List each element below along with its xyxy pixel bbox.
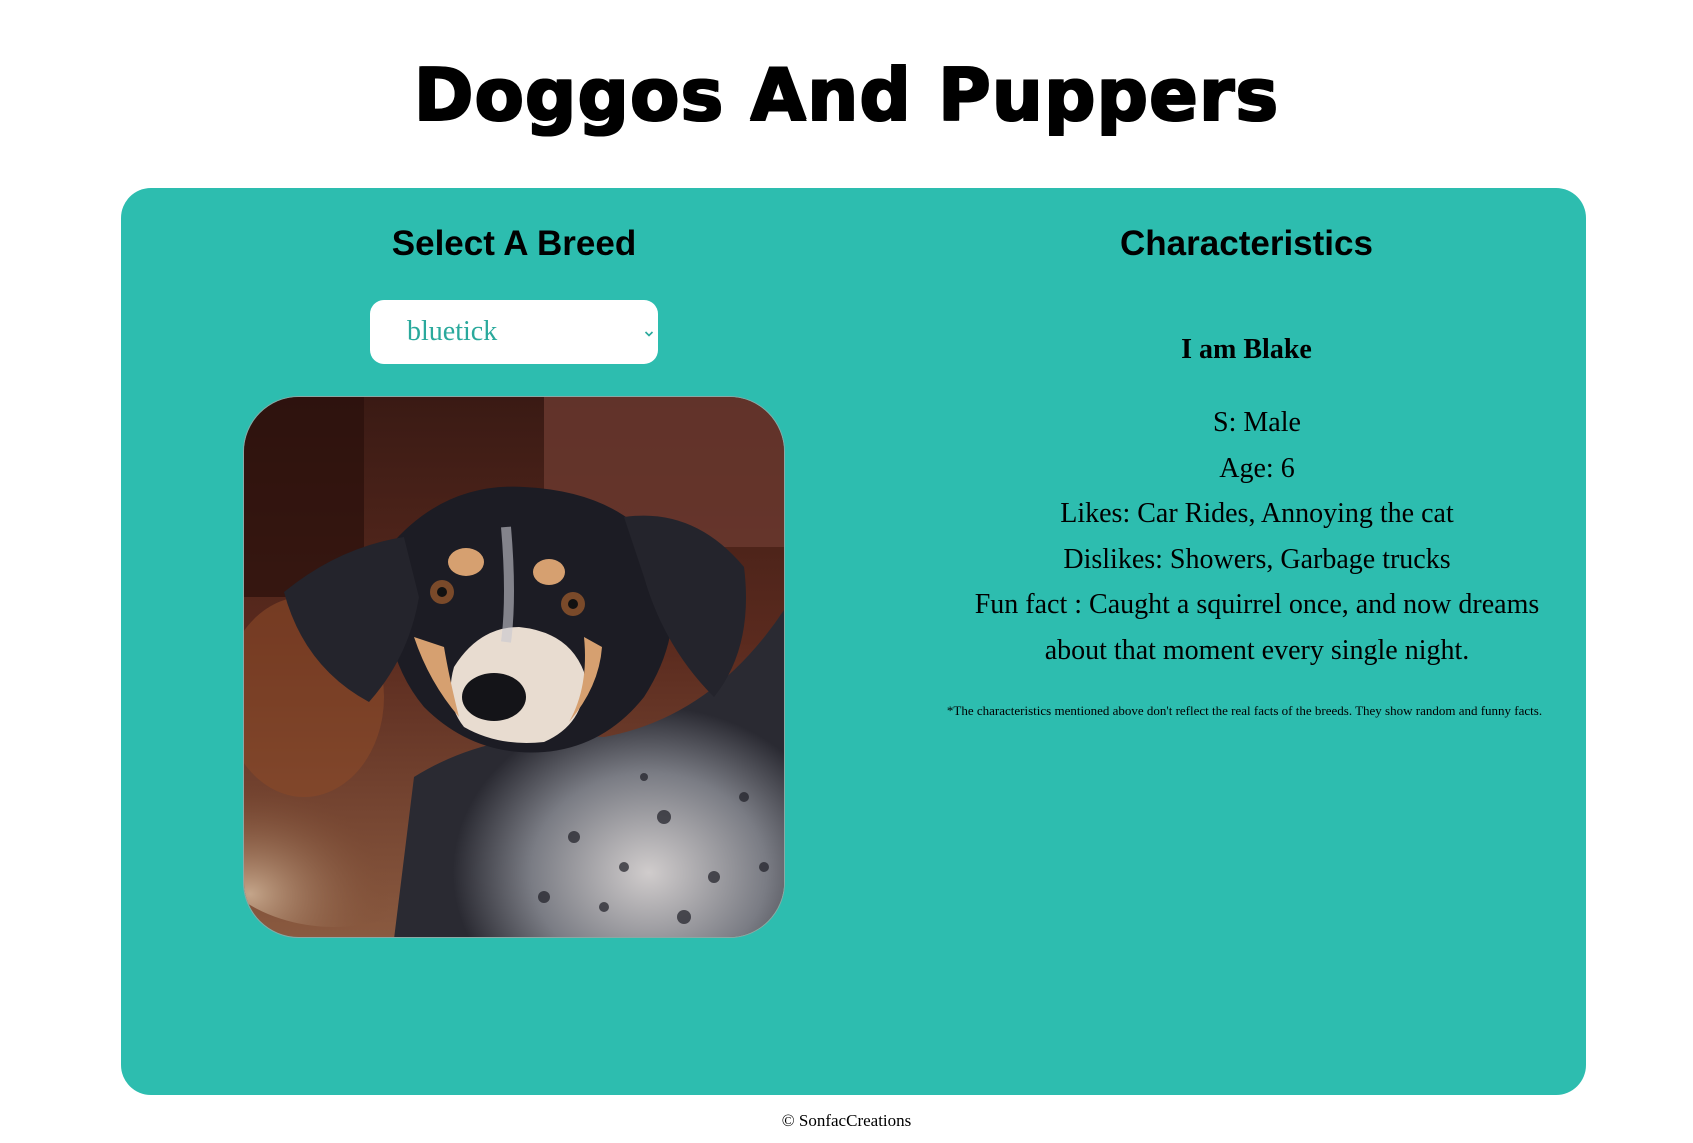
disclaimer: *The characteristics mentioned above don… [946, 703, 1543, 718]
breed-selection-column: Select A Breed bluetick [121, 188, 907, 1095]
facts-list: S: Male Age: 6 Likes: Car Rides, Annoyin… [947, 400, 1567, 673]
breed-select[interactable]: bluetick [370, 300, 658, 364]
characteristics-heading: Characteristics [1120, 224, 1373, 263]
breed-select-value: bluetick [407, 316, 498, 347]
fact-likes: Likes: Car Rides, Annoying the cat [1060, 498, 1454, 529]
fact-age: Age: 6 [1219, 452, 1295, 484]
fact-dislikes: Dislikes: Showers, Garbage trucks [1063, 543, 1451, 575]
site-title: Doggos And Puppers [413, 53, 1280, 137]
footer-copyright: © SonfacCreations [781, 1111, 912, 1130]
characteristics-column: Characteristics I am Blake S: Male Age: … [907, 188, 1586, 1095]
fact-fun-fact: Fun fact : Caught a squirrel once, and n… [974, 589, 1540, 666]
main-panel: Select A Breed bluetick Characteristics … [121, 188, 1586, 1095]
select-breed-heading: Select A Breed [391, 224, 637, 263]
dog-photo [243, 396, 785, 938]
chevron-down-icon [644, 326, 654, 337]
dog-name: I am Blake [1181, 334, 1312, 365]
fact-sex: S: Male [1213, 407, 1301, 438]
